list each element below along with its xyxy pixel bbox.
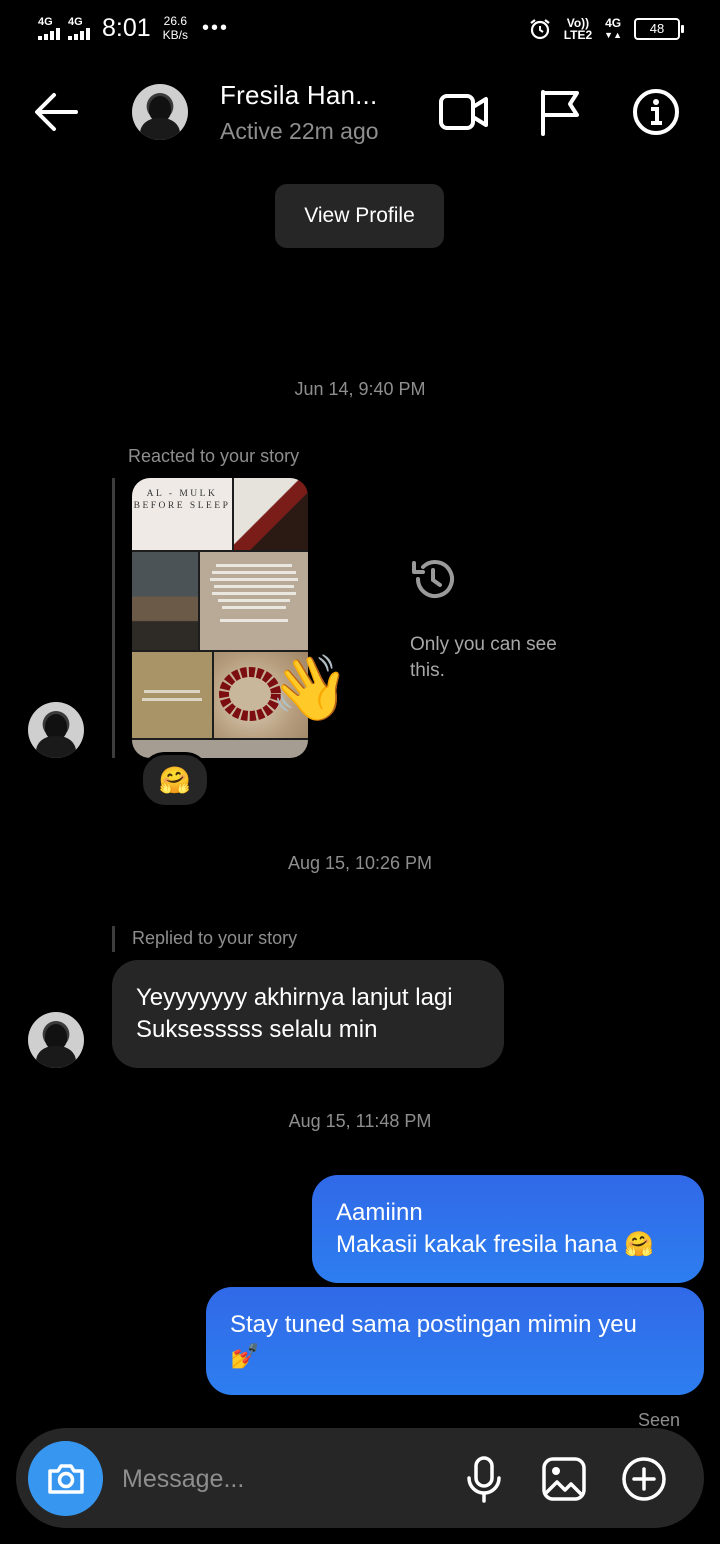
signal-bars-icon [38, 27, 60, 40]
battery-icon: 48 [634, 18, 684, 40]
message-line: Makasii kakak fresila hana 🤗 [336, 1231, 655, 1258]
speed-unit: KB/s [162, 28, 189, 42]
story-reply-label: Replied to your story [132, 928, 298, 948]
camera-button[interactable] [28, 1441, 103, 1516]
quran-photo [234, 478, 308, 550]
sender-avatar[interactable] [28, 702, 84, 758]
story-title: AL - MULK BEFORE SLEEP [133, 489, 231, 511]
message-input[interactable] [120, 1458, 454, 1500]
reply-quote-line [112, 926, 115, 952]
timestamp: Aug 15, 10:26 PM [287, 853, 433, 873]
signal-sim1: 4G [38, 15, 60, 40]
sender-avatar[interactable] [28, 1012, 84, 1068]
active-status: Active 22m ago [220, 118, 379, 144]
contact-name[interactable]: Fresila Han... [220, 80, 377, 111]
signal-sim2: 4G [68, 15, 90, 40]
message-line: 💅 [230, 1343, 260, 1370]
status-bar-left: 4G 4G 8:01 26.6 KB/s ••• [38, 10, 229, 46]
battery-level: 48 [649, 21, 665, 36]
reaction-chip[interactable]: 🤗 [140, 752, 210, 808]
sim1-network: 4G [38, 15, 53, 28]
flag-icon[interactable] [538, 88, 582, 136]
clock: 8:01 [102, 13, 151, 42]
outgoing-message-bubble[interactable]: Aamiinn Makasii kakak fresila hana 🤗 [312, 1175, 704, 1283]
story-quote-line [112, 478, 115, 758]
message-line: Yeyyyyyyy akhirnya lanjut lagi [136, 984, 453, 1011]
lte2-label: LTE2 [563, 28, 593, 42]
info-icon[interactable] [632, 88, 680, 136]
data-arrows-icon: ▼▲ [604, 30, 622, 40]
wave-reaction-emoji: 👋 [270, 652, 350, 724]
timestamp: Jun 14, 9:40 PM [294, 379, 426, 399]
story-title-tile: AL - MULK BEFORE SLEEP [132, 478, 232, 550]
signal-bars-icon [68, 27, 90, 40]
story-reaction-label: Reacted to your story [128, 446, 300, 466]
quote-tile [200, 552, 308, 650]
view-profile-button[interactable]: View Profile [275, 184, 444, 248]
sim2-network: 4G [68, 15, 83, 28]
message-line: Stay tuned sama postingan mimin yeu [230, 1311, 637, 1338]
status-bar-right: Vo)) LTE2 4G ▼▲ 48 [528, 14, 684, 44]
outgoing-message-bubble[interactable]: Stay tuned sama postingan mimin yeu 💅 [206, 1287, 704, 1395]
contact-avatar[interactable] [132, 84, 188, 140]
video-call-icon[interactable] [438, 90, 490, 134]
message-line: Aamiinn [336, 1199, 423, 1226]
net-label: 4G [605, 16, 622, 30]
speed-value: 26.6 [163, 14, 188, 28]
network-speed: 26.6 KB/s [163, 14, 188, 42]
gallery-icon[interactable] [540, 1455, 588, 1503]
timestamp: Aug 15, 11:48 PM [288, 1111, 432, 1131]
private-note: Only you can see this. [410, 634, 557, 681]
caption-tile [132, 652, 212, 738]
mobile-data-indicator: 4G ▼▲ [604, 17, 622, 41]
microphone-icon[interactable] [464, 1455, 504, 1503]
incoming-message-bubble[interactable]: Yeyyyyyyy akhirnya lanjut lagi Suksessss… [112, 960, 504, 1068]
message-line: Suksesssss selalu min [136, 1016, 378, 1043]
back-arrow-icon[interactable] [32, 90, 80, 134]
alarm-icon [530, 19, 550, 40]
book-photo [132, 552, 198, 650]
volte-indicator: Vo)) LTE2 [564, 17, 592, 41]
more-notifications-icon: ••• [202, 16, 230, 39]
plus-circle-icon[interactable] [620, 1455, 668, 1503]
camera-icon [47, 1463, 84, 1494]
history-icon [412, 560, 454, 599]
